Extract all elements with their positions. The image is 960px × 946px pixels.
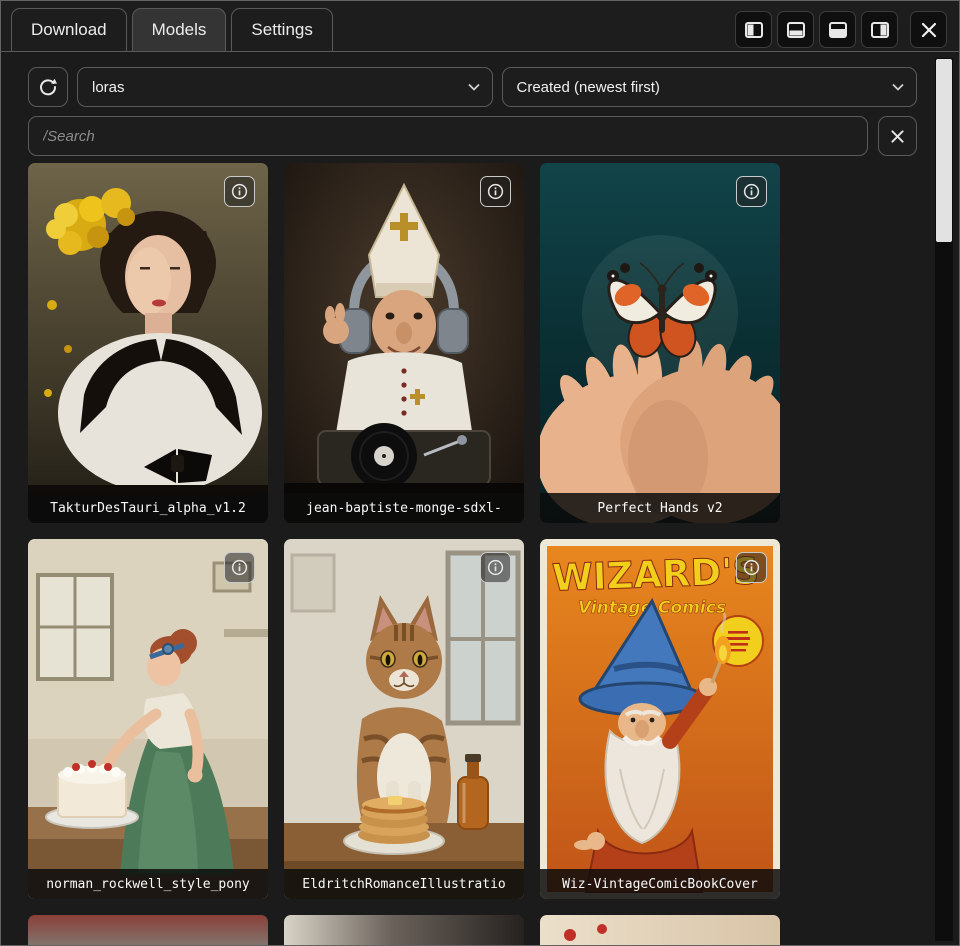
close-button[interactable] xyxy=(910,11,947,48)
model-name: Wiz-VintageComicBookCover xyxy=(540,869,780,899)
info-icon xyxy=(487,183,504,200)
refresh-button[interactable] xyxy=(28,67,68,107)
model-thumbnail xyxy=(28,539,268,899)
model-name: Perfect Hands v2 xyxy=(540,493,780,523)
tab-label: Settings xyxy=(251,20,312,40)
dock-left-button[interactable] xyxy=(735,11,772,48)
tab-models[interactable]: Models xyxy=(132,8,227,51)
model-name: norman_rockwell_style_pony xyxy=(28,869,268,899)
tab-settings[interactable]: Settings xyxy=(231,8,332,51)
panel-bottom-large-icon xyxy=(829,22,847,38)
close-icon xyxy=(921,22,937,38)
search-input[interactable] xyxy=(28,116,868,156)
model-card[interactable]: Perfect Hands v2 xyxy=(540,163,780,523)
model-name: TakturDesTauri_alpha_v1.2 xyxy=(28,493,268,523)
comic-title-text: WIZARD'S xyxy=(551,549,760,599)
model-card-partial[interactable] xyxy=(540,915,780,946)
model-name: EldritchRomanceIllustratio xyxy=(284,869,524,899)
chevron-down-icon xyxy=(892,83,904,91)
refresh-icon xyxy=(38,77,58,97)
model-thumbnail xyxy=(540,163,780,523)
model-thumbnail xyxy=(284,539,524,899)
window-controls xyxy=(735,11,947,48)
dock-right-button[interactable] xyxy=(861,11,898,48)
info-icon xyxy=(743,559,760,576)
info-icon xyxy=(231,559,248,576)
tab-label: Models xyxy=(152,20,207,40)
model-thumbnail xyxy=(284,915,524,946)
sort-select[interactable]: Created (newest first) xyxy=(502,67,918,107)
model-thumbnail xyxy=(28,163,268,523)
panel-left-icon xyxy=(745,22,763,38)
info-icon xyxy=(231,183,248,200)
info-button[interactable] xyxy=(480,552,511,583)
chevron-down-icon xyxy=(468,83,480,91)
info-button[interactable] xyxy=(736,176,767,207)
model-card-partial[interactable] xyxy=(284,915,524,946)
info-button[interactable] xyxy=(224,552,255,583)
model-card[interactable]: TakturDesTauri_alpha_v1.2 xyxy=(28,163,268,523)
info-button[interactable] xyxy=(736,552,767,583)
panel-bottom-icon xyxy=(787,22,805,38)
info-button[interactable] xyxy=(224,176,255,207)
info-icon xyxy=(487,559,504,576)
model-name: jean-baptiste-monge-sdxl- xyxy=(284,493,524,523)
dock-bottom-button[interactable] xyxy=(777,11,814,48)
sort-value: Created (newest first) xyxy=(517,79,660,96)
model-thumbnail xyxy=(28,915,268,946)
model-type-select[interactable]: loras xyxy=(77,67,493,107)
info-button[interactable] xyxy=(480,176,511,207)
clear-search-button[interactable] xyxy=(878,116,917,156)
dock-bottom-full-button[interactable] xyxy=(819,11,856,48)
model-card[interactable]: norman_rockwell_style_pony xyxy=(28,539,268,899)
tab-label: Download xyxy=(31,20,107,40)
model-card[interactable]: EldritchRomanceIllustratio xyxy=(284,539,524,899)
model-card[interactable]: WIZARD'S Vintage Comics xyxy=(540,539,780,899)
tab-download[interactable]: Download xyxy=(11,8,127,51)
clear-icon xyxy=(890,129,905,144)
model-grid: TakturDesTauri_alpha_v1.2 xyxy=(28,163,780,946)
model-browser-window: Download Models Settings xyxy=(0,0,960,946)
model-card-partial[interactable] xyxy=(28,915,268,946)
toolbar: loras Created (newest first) xyxy=(28,67,917,107)
model-type-value: loras xyxy=(92,79,125,96)
model-thumbnail: WIZARD'S Vintage Comics xyxy=(540,539,780,899)
scrollbar-thumb[interactable] xyxy=(936,59,952,242)
model-thumbnail xyxy=(284,163,524,523)
model-thumbnail xyxy=(540,915,780,946)
scrollbar-track[interactable] xyxy=(935,58,953,941)
panel-right-icon xyxy=(871,22,889,38)
model-card[interactable]: jean-baptiste-monge-sdxl- xyxy=(284,163,524,523)
info-icon xyxy=(743,183,760,200)
search-row xyxy=(28,116,917,156)
